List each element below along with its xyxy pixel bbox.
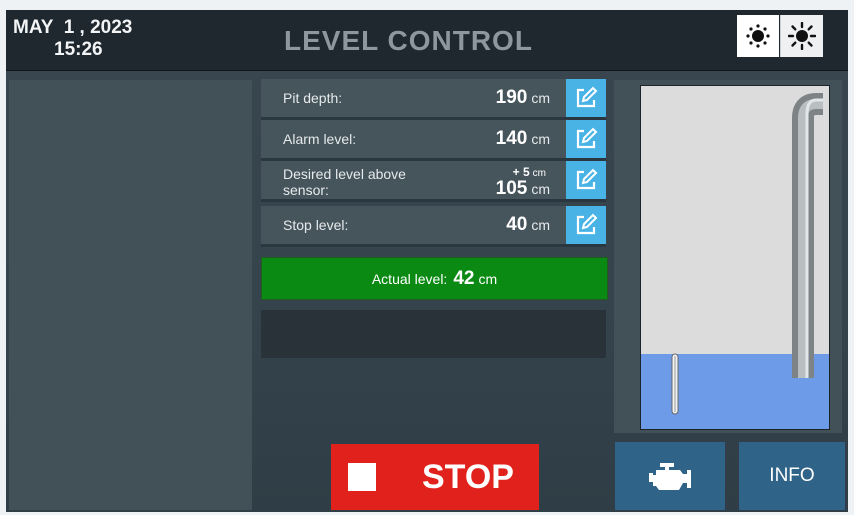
param-label: Alarm level: [283, 131, 357, 147]
time-display: 15:26 [54, 39, 103, 60]
param-row-alarm-level: Alarm level: 140 cm [261, 120, 606, 161]
sun-large-icon [788, 22, 816, 50]
param-row-stop-level: Stop level: 40 cm [261, 206, 606, 247]
param-offset: + 5 cm [512, 165, 546, 179]
param-row-desired-level: Desired level above sensor: + 5 cm 105 cm [261, 161, 606, 202]
edit-alarm-level-button[interactable] [566, 120, 606, 158]
edit-desired-level-button[interactable] [566, 161, 606, 199]
actual-level-unit: cm [478, 270, 498, 287]
header-bar: MAY 1 , 2023 15:26 LEVEL CONTROL [6, 10, 848, 71]
engine-icon [649, 463, 691, 490]
brightness-low-button[interactable] [737, 15, 779, 57]
stop-square-icon [348, 463, 376, 491]
edit-icon [576, 127, 598, 149]
param-label: Desired level above sensor: [283, 166, 406, 198]
left-panel [9, 80, 252, 510]
param-label: Stop level: [283, 217, 349, 233]
stop-label: STOP [422, 457, 514, 496]
brightness-high-button[interactable] [780, 15, 823, 57]
level-sensor-icon [671, 353, 679, 415]
param-value: 105 cm [495, 178, 550, 199]
edit-pit-depth-button[interactable] [566, 79, 606, 117]
edit-icon [576, 86, 598, 108]
actual-level-value: 42 [453, 267, 475, 289]
param-value: 190 cm [495, 87, 550, 108]
param-row-pit-depth: Pit depth: 190 cm [261, 79, 606, 120]
pipe-and-sensor [671, 93, 823, 415]
param-value: 140 cm [495, 128, 550, 149]
sun-small-icon [746, 24, 770, 48]
param-value: 40 cm [506, 214, 550, 235]
date-display: MAY 1 , 2023 [13, 17, 133, 38]
stop-button[interactable]: STOP [331, 444, 539, 510]
page-title: LEVEL CONTROL [284, 25, 533, 56]
param-label: Pit depth: [283, 90, 343, 106]
pump-button[interactable] [615, 442, 725, 510]
info-button[interactable]: INFO [739, 442, 845, 510]
actual-level-display: Actual level: 42 cm [261, 257, 608, 300]
message-area [261, 310, 606, 358]
edit-icon [576, 213, 598, 235]
actual-level-label: Actual level: [371, 270, 448, 287]
edit-icon [576, 168, 598, 190]
tank-visual [640, 85, 830, 430]
edit-stop-level-button[interactable] [566, 206, 606, 244]
level-control-screen: MAY 1 , 2023 15:26 LEVEL CONTROL Pit dep… [6, 10, 848, 512]
